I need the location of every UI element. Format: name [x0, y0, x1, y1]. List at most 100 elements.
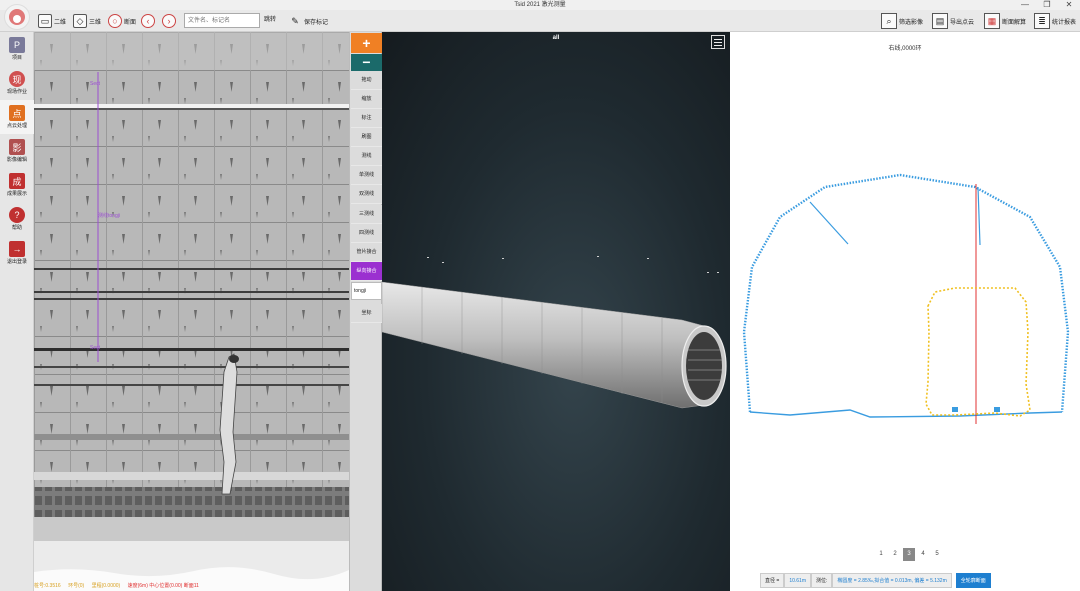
- image-edit-icon: 影: [9, 139, 25, 155]
- mark-name-input[interactable]: [351, 282, 382, 300]
- unrolled-scan-view[interactable]: Sect 测线tongji Sect: [34, 32, 349, 591]
- bar-chart-icon: 成: [9, 173, 25, 189]
- main-toolbar: ▭ 二维 ◇ 三维 ○ 断面 ‹ › 跳转 ✎ 保存标记 ⌕ 筛选影像 ▤ 导出…: [0, 4, 1080, 32]
- nav-logout-label: 退出登录: [6, 259, 27, 265]
- export-pointcloud-label: 导出点云: [950, 19, 975, 26]
- nav-field-work-label: 现场作业: [6, 89, 27, 95]
- nav-help[interactable]: ? 帮助: [0, 202, 34, 236]
- page-2[interactable]: 2: [889, 548, 901, 561]
- chevron-left-icon: ‹: [141, 14, 155, 28]
- pointcloud-3d-view[interactable]: all: [382, 32, 730, 591]
- nav-help-label: 帮助: [11, 225, 22, 231]
- minimize-button[interactable]: —: [1014, 0, 1036, 10]
- nav-project-label: 项目: [11, 55, 22, 61]
- field-work-icon: 现: [9, 71, 25, 87]
- scan-image: Sect 测线tongji Sect: [34, 32, 349, 591]
- chevron-right-icon: ›: [162, 14, 176, 28]
- tool-line[interactable]: 测线: [351, 147, 382, 166]
- status-ring: 环号(0): [68, 583, 85, 589]
- filter-image-button[interactable]: ⌕ 筛选影像: [881, 11, 923, 31]
- page-4[interactable]: 4: [917, 548, 929, 561]
- export-pointcloud-button[interactable]: ▤ 导出点云: [932, 11, 974, 31]
- cube-icon: ◇: [73, 14, 87, 28]
- view-2d-button[interactable]: ▭ 二维: [38, 12, 66, 30]
- nav-pointcloud-label: 点云处理: [6, 123, 27, 129]
- view3d-label: all: [552, 35, 560, 41]
- nav-image-edit-label: 影像编辑: [6, 157, 27, 163]
- pointcloud-icon: 点: [9, 105, 25, 121]
- nav-logout[interactable]: → 退出登录: [0, 236, 34, 270]
- stat-report-button[interactable]: ≣ 统计报表: [1034, 11, 1076, 31]
- cross-section-view[interactable]: 右线,0000环 1 2 3 4 5 直径 = 10.61m 测位: 椭圆度 =…: [730, 32, 1080, 591]
- status-pos: 桩号:0.3516: [34, 583, 61, 589]
- tool-drag[interactable]: 拖动: [351, 71, 382, 90]
- diameter-label: 直径 =: [760, 573, 785, 588]
- close-button[interactable]: ✕: [1058, 0, 1080, 10]
- magnifier-icon: ⌕: [881, 13, 897, 29]
- view-3d-button[interactable]: ◇ 三维: [73, 12, 101, 30]
- window-title: Tsid 2021 激光测量: [514, 2, 566, 8]
- section-button[interactable]: ○ 断面: [108, 12, 136, 30]
- tool-refresh[interactable]: 刷图: [351, 128, 382, 147]
- scan-mark-mid: 测线tongji: [98, 212, 120, 219]
- tool-single-line[interactable]: 单测线: [351, 166, 382, 185]
- folder-icon: ▤: [932, 13, 948, 29]
- zoom-out-button[interactable]: −: [351, 54, 382, 72]
- side-navigation: P 项目 现 现场作业 点 点云处理 影 影像编辑 成 成果展示 ? 帮助 → …: [0, 32, 34, 591]
- section-analysis-button[interactable]: ▦ 断面解算: [984, 11, 1026, 31]
- page-5[interactable]: 5: [931, 548, 943, 561]
- image-2d-icon: ▭: [38, 14, 52, 28]
- nav-results-label: 成果展示: [6, 191, 27, 197]
- pager: 1 2 3 4 5: [875, 548, 943, 561]
- tool-longitudinal-joint[interactable]: 纵向接合: [351, 262, 382, 281]
- full-profile-button[interactable]: 全轮廓断面: [955, 573, 991, 588]
- prev-button[interactable]: ‹: [141, 12, 155, 30]
- table-icon: ▦: [984, 13, 1000, 29]
- nav-field-work[interactable]: 现 现场作业: [0, 66, 34, 100]
- error-label: 测位:: [811, 573, 833, 588]
- scan-mark-bottom: Sect: [90, 345, 101, 351]
- title-bar: Tsid 2021 激光测量 — ❐ ✕: [0, 0, 1080, 10]
- error-value: 椭圆度 = 2.85‰,拟合值 = 0.013m, 偏差 = 5.132m: [832, 573, 952, 588]
- section-footer: 直径 = 10.61m 测位: 椭圆度 = 2.85‰,拟合值 = 0.013m…: [760, 572, 1060, 589]
- search-input[interactable]: [184, 13, 260, 28]
- zoom-in-button[interactable]: +: [351, 33, 382, 53]
- status-mileage: 里程(0.0000): [91, 583, 121, 589]
- stat-report-label: 统计报表: [1052, 19, 1077, 26]
- tool-annotate[interactable]: 标注: [351, 109, 382, 128]
- section-profile-plot: [742, 173, 1070, 424]
- tool-double-line[interactable]: 双测线: [351, 185, 382, 204]
- save-mark-label: 保存标记: [304, 19, 329, 26]
- app-logo: [4, 4, 30, 30]
- diameter-value: 10.61m: [784, 573, 811, 588]
- nav-project[interactable]: P 项目: [0, 32, 34, 66]
- tunnel-3d-model: [382, 256, 727, 409]
- nav-results[interactable]: 成 成果展示: [0, 168, 34, 202]
- jump-button[interactable]: 跳转: [264, 14, 276, 23]
- nav-pointcloud[interactable]: 点 点云处理: [0, 100, 34, 134]
- menu-icon[interactable]: [711, 35, 725, 49]
- tool-zoom[interactable]: 缩放: [351, 90, 382, 109]
- help-icon: ?: [9, 207, 25, 223]
- next-button[interactable]: ›: [162, 12, 176, 30]
- nav-image-edit[interactable]: 影 影像编辑: [0, 134, 34, 168]
- page-1[interactable]: 1: [875, 548, 887, 561]
- project-icon: P: [9, 37, 25, 53]
- filter-image-label: 筛选影像: [899, 19, 924, 26]
- view-3d-label: 三维: [89, 19, 102, 26]
- tool-column: + − 拖动 缩放 标注 刷图 测线 单测线 双测线 三测线 四测线 管片接合 …: [349, 32, 382, 591]
- section-label: 断面: [124, 19, 137, 26]
- view-2d-label: 二维: [54, 19, 67, 26]
- report-icon: ≣: [1034, 13, 1050, 29]
- scan-status-bar: 桩号:0.3516 环号(0) 里程(0.0000) 速度(6m) 中心位置(0…: [34, 582, 349, 591]
- scan-mark-top: Sect: [90, 81, 101, 87]
- restore-button[interactable]: ❐: [1036, 0, 1058, 10]
- tool-coordinate[interactable]: 坐标: [351, 304, 382, 323]
- save-mark-button[interactable]: ✎ 保存标记: [288, 12, 328, 30]
- section-circle-icon: ○: [108, 14, 122, 28]
- pen-icon: ✎: [291, 15, 299, 26]
- tool-quad-line[interactable]: 四测线: [351, 224, 382, 243]
- page-3[interactable]: 3: [903, 548, 915, 561]
- tool-triple-line[interactable]: 三测线: [351, 205, 382, 224]
- tool-segment-joint[interactable]: 管片接合: [351, 243, 382, 262]
